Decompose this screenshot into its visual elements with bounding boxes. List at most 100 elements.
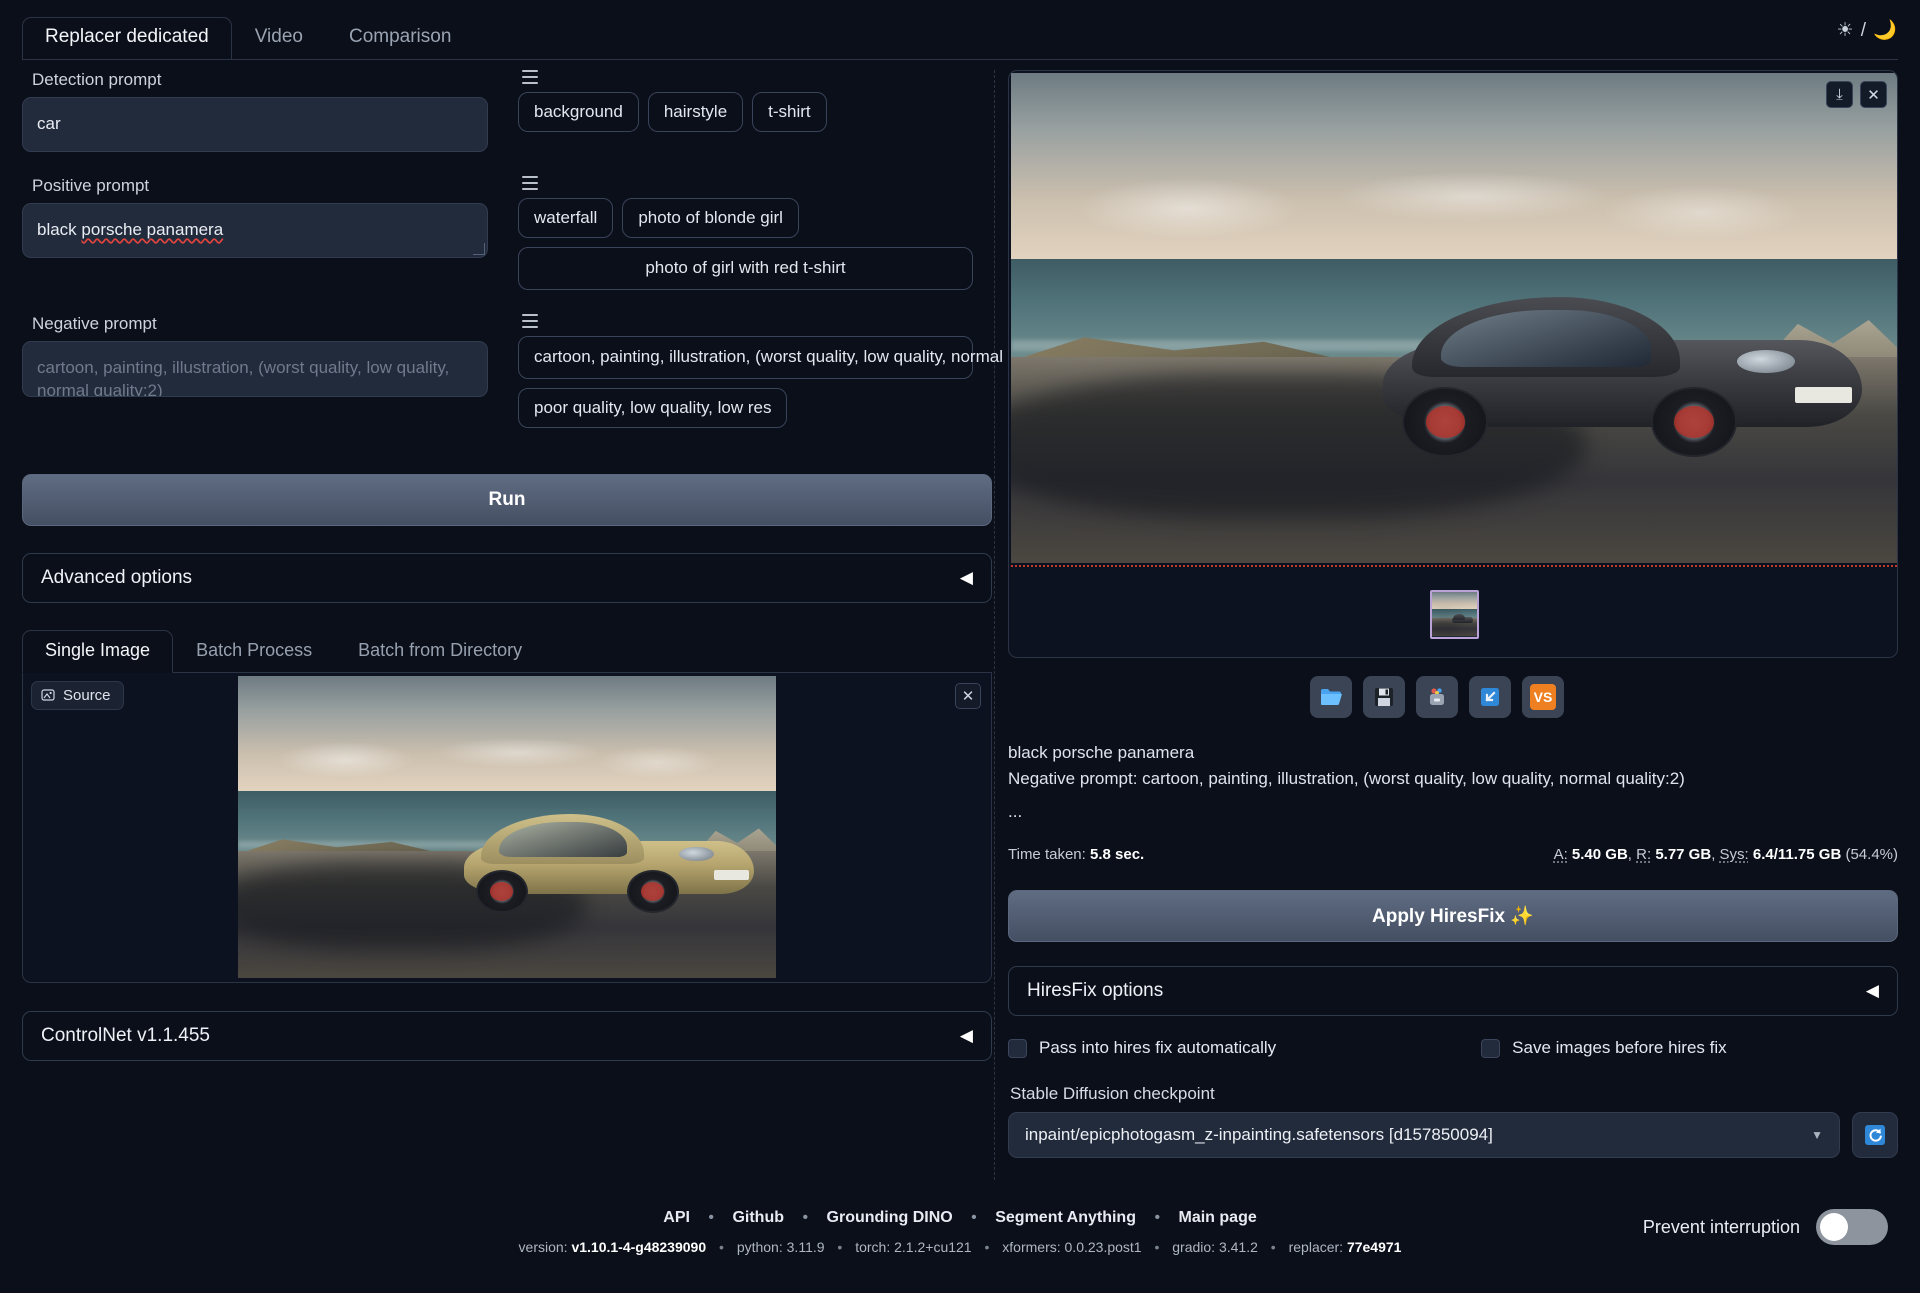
subtab-single-image[interactable]: Single Image: [22, 629, 174, 673]
xformers-value: 0.0.23.post1: [1064, 1239, 1142, 1255]
positive-presets-menu-icon[interactable]: [520, 175, 538, 190]
preset-chip-photo-girl-red-tshirt[interactable]: photo of girl with red t-shirt: [518, 246, 973, 290]
hiresfix-options-label: HiresFix options: [1027, 980, 1164, 1002]
open-folder-icon[interactable]: [1310, 676, 1352, 718]
run-button-wrap: Run: [22, 473, 992, 526]
info-mem-sys-label: Sys:: [1719, 846, 1749, 864]
preset-chip-negative-default[interactable]: cartoon, painting, illustration, (worst …: [518, 335, 1077, 379]
footer-links: API • Github • Grounding DINO • Segment …: [0, 1209, 1920, 1227]
footer-link-github[interactable]: Github: [732, 1209, 784, 1226]
send-to-extras-icon[interactable]: [1416, 676, 1458, 718]
footer: API • Github • Grounding DINO • Segment …: [0, 1195, 1920, 1293]
preset-chip-poor-quality[interactable]: poor quality, low quality, low res: [518, 387, 788, 428]
replacer-value: 77e4971: [1346, 1239, 1402, 1255]
hiresfix-options-accordion[interactable]: HiresFix options ◀: [1008, 966, 1898, 1017]
version-label: version:: [518, 1239, 568, 1255]
source-badge-label: Source: [63, 686, 111, 704]
info-ellipsis[interactable]: ...: [1008, 799, 1898, 825]
preset-chip-waterfall[interactable]: waterfall: [518, 197, 614, 238]
column-divider: [994, 70, 995, 1180]
footer-separator: •: [802, 1209, 809, 1226]
folder-glyph: [1321, 689, 1342, 706]
download-icon[interactable]: ⤓: [1826, 81, 1853, 108]
positive-prompt-text-plain: black: [37, 219, 82, 239]
source-image-panel[interactable]: Source ✕: [22, 672, 992, 983]
footer-link-main-page[interactable]: Main page: [1179, 1209, 1257, 1226]
footer-separator: •: [708, 1209, 714, 1226]
version-value: v1.10.1-4-g48239090: [571, 1239, 707, 1255]
checkbox-save-images-before-hires-fix[interactable]: Save images before hires fix: [1481, 1038, 1727, 1058]
subtab-batch-process[interactable]: Batch Process: [173, 630, 335, 673]
negative-prompt-label: Negative prompt: [32, 313, 157, 333]
negative-preset-chips: cartoon, painting, illustration, (worst …: [518, 335, 1077, 428]
detection-prompt-input[interactable]: car: [22, 97, 488, 152]
app-root: Replacer dedicated Video Comparison ☀ / …: [0, 0, 1920, 1293]
vs-compare-icon[interactable]: VS: [1522, 676, 1564, 718]
footer-link-api[interactable]: API: [663, 1209, 690, 1226]
close-icon[interactable]: ✕: [1860, 81, 1887, 108]
run-button[interactable]: Run: [22, 473, 992, 526]
refresh-checkpoints-button[interactable]: [1852, 1112, 1898, 1159]
source-badge[interactable]: Source: [31, 680, 124, 710]
detection-presets-menu-icon[interactable]: [520, 70, 538, 84]
preset-chip-tshirt[interactable]: t-shirt: [752, 92, 827, 132]
footer-link-segment-anything[interactable]: Segment Anything: [995, 1209, 1136, 1226]
result-car-black: [1383, 294, 1862, 461]
result-car-rear-wheel: [1402, 386, 1489, 457]
positive-prompt-field: Positive prompt black porsche panamera: [22, 176, 502, 290]
negative-prompt-input[interactable]: cartoon, painting, illustration, (worst …: [22, 340, 488, 397]
send-to-img2img-icon[interactable]: [1469, 676, 1511, 718]
footer-link-grounding-dino[interactable]: Grounding DINO: [827, 1209, 953, 1226]
hiresfix-checkboxes: Pass into hires fix automatically Save i…: [1008, 1038, 1898, 1058]
apply-hiresfix-button[interactable]: Apply HiresFix ✨: [1008, 890, 1898, 943]
replacer-label: replacer:: [1288, 1239, 1344, 1255]
info-mem-r-label: R:: [1636, 846, 1652, 864]
source-image-close-button[interactable]: ✕: [955, 682, 981, 709]
tab-video[interactable]: Video: [232, 17, 326, 60]
positive-prompt-label: Positive prompt: [32, 175, 150, 195]
info-prompt: black porsche panamera: [1008, 743, 1195, 762]
tab-replacer-dedicated[interactable]: Replacer dedicated: [22, 17, 232, 60]
apply-hiresfix-wrap: Apply HiresFix ✨: [1008, 890, 1898, 943]
preset-chip-background[interactable]: background: [518, 92, 639, 132]
prevent-interruption-control: Prevent interruption: [1643, 1209, 1888, 1245]
info-mem-a-value: 5.40 GB: [1571, 846, 1628, 864]
preset-chip-hairstyle[interactable]: hairstyle: [647, 92, 744, 132]
checkpoint-select[interactable]: inpaint/epicphotogasm_z-inpainting.safet…: [1008, 1112, 1840, 1159]
footer-versions: version: v1.10.1-4-g48239090 • python: 3…: [0, 1239, 1920, 1255]
negative-prompt-row: Negative prompt cartoon, painting, illus…: [22, 313, 1077, 428]
controlnet-accordion[interactable]: ControlNet v1.1.455 ◀: [22, 1010, 992, 1061]
result-car-front-brake: [1674, 405, 1714, 438]
subtab-batch-from-directory[interactable]: Batch from Directory: [335, 630, 545, 673]
thumb-car: [1452, 614, 1473, 626]
preset-chip-photo-blonde-girl[interactable]: photo of blonde girl: [622, 197, 799, 238]
generation-info: black porsche panamera Negative prompt: …: [1008, 740, 1898, 866]
result-thumbnail[interactable]: [1429, 589, 1479, 639]
footer-separator: •: [837, 1239, 843, 1255]
checkbox-box[interactable]: [1481, 1038, 1501, 1058]
prevent-interruption-toggle[interactable]: [1816, 1209, 1888, 1245]
footer-separator: •: [719, 1239, 724, 1255]
xformers-label: xformers:: [1002, 1239, 1061, 1255]
positive-prompt-input[interactable]: black porsche panamera: [22, 202, 488, 258]
advanced-options-accordion[interactable]: Advanced options ◀: [22, 552, 992, 603]
save-icon[interactable]: [1363, 676, 1405, 718]
source-car-rear-brake: [490, 881, 514, 901]
textarea-resize-handle[interactable]: [473, 242, 485, 255]
chevron-down-icon: ▼: [1811, 1128, 1823, 1143]
right-column: ⤓ ✕ VS black porsche panamera Negative p…: [1008, 70, 1898, 1180]
controlnet-label: ControlNet v1.1.455: [41, 1024, 210, 1046]
chevron-left-icon: ◀: [1865, 981, 1879, 1001]
gradio-label: gradio:: [1172, 1239, 1216, 1255]
result-image[interactable]: [1011, 73, 1897, 563]
checkbox-pass-into-hires-fix[interactable]: Pass into hires fix automatically: [1008, 1038, 1276, 1058]
checkbox-box[interactable]: [1008, 1038, 1027, 1058]
positive-prompt-row: Positive prompt black porsche panamera w…: [22, 175, 992, 290]
negative-presets-menu-icon[interactable]: [520, 313, 538, 328]
gradio-value: 3.41.2: [1218, 1239, 1258, 1255]
result-car-rear-brake: [1425, 405, 1465, 438]
theme-toggle-icon[interactable]: ☀ / 🌙: [1836, 18, 1898, 42]
checkpoint-label: Stable Diffusion checkpoint: [1010, 1084, 1215, 1104]
tab-comparison[interactable]: Comparison: [326, 17, 474, 60]
result-thumbnail-image: [1431, 591, 1477, 637]
